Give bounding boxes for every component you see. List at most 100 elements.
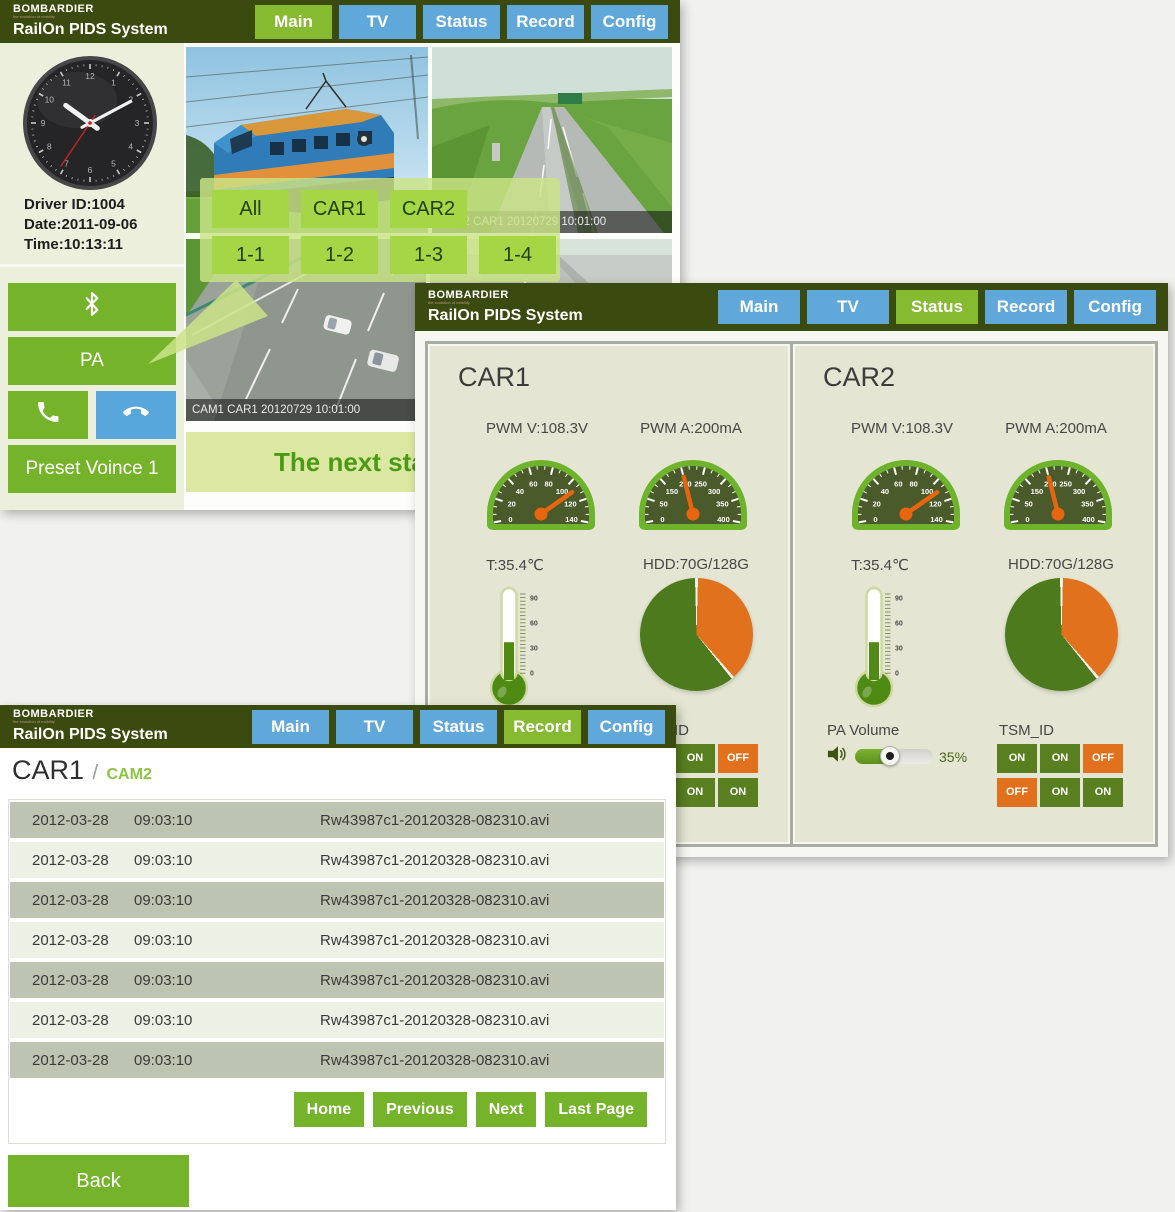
- svg-text:140: 140: [565, 515, 578, 524]
- tsm-toggle-off[interactable]: OFF: [997, 778, 1037, 807]
- tab-status[interactable]: Status: [420, 710, 497, 744]
- record-row[interactable]: 2012-03-2809:03:10Rw43987c1-20120328-082…: [10, 802, 664, 838]
- pwm-v-label: PWM V:108.3V: [452, 420, 622, 437]
- tsm-toggle-on[interactable]: ON: [675, 778, 715, 807]
- svg-text:60: 60: [894, 480, 902, 489]
- tsm-toggle-on[interactable]: ON: [718, 778, 758, 807]
- ovbtn-car1[interactable]: CAR1: [301, 190, 378, 228]
- hangup-button[interactable]: [96, 391, 176, 439]
- tsm-toggle-on[interactable]: ON: [1083, 778, 1123, 807]
- hdd-label: HDD:70G/128G: [616, 556, 776, 573]
- svg-text:400: 400: [717, 515, 730, 524]
- svg-text:300: 300: [708, 487, 721, 496]
- record-nav-tabs: MainTVStatusRecordConfig: [252, 710, 665, 744]
- tab-tv[interactable]: TV: [807, 290, 889, 324]
- ovbtn-1-3[interactable]: 1-3: [390, 236, 467, 274]
- breadcrumb-separator: /: [92, 762, 98, 784]
- pagination-bar: Home Previous NextLast Page: [9, 1092, 665, 1127]
- back-button[interactable]: Back: [8, 1155, 189, 1207]
- tab-main[interactable]: Main: [718, 290, 800, 324]
- pgbtn-home[interactable]: Home: [294, 1092, 364, 1127]
- ovbtn-car2[interactable]: CAR2: [390, 190, 467, 228]
- status-nav-tabs: MainTVStatusRecordConfig: [718, 290, 1156, 324]
- ovbtn-all[interactable]: All: [212, 190, 289, 228]
- record-header: BOMBARDIER the evolution of mobility Rai…: [0, 705, 676, 748]
- tsm-toggle-on[interactable]: ON: [675, 744, 715, 773]
- pgbtn-last-page[interactable]: Last Page: [545, 1092, 647, 1127]
- pwm-v-label: PWM V:108.3V: [817, 420, 987, 437]
- tab-tv[interactable]: TV: [339, 5, 416, 39]
- record-row[interactable]: 2012-03-2809:03:10Rw43987c1-20120328-082…: [10, 1042, 664, 1078]
- svg-text:150: 150: [666, 487, 679, 496]
- volume-slider[interactable]: [855, 749, 933, 764]
- tab-config[interactable]: Config: [1074, 290, 1156, 324]
- record-date: 2012-03-28: [32, 972, 134, 989]
- tab-record[interactable]: Record: [504, 710, 581, 744]
- svg-text:50: 50: [659, 500, 667, 509]
- record-date: 2012-03-28: [32, 852, 134, 869]
- record-row[interactable]: 2012-03-2809:03:10Rw43987c1-20120328-082…: [10, 882, 664, 918]
- svg-text:11: 11: [62, 77, 71, 87]
- tab-tv[interactable]: TV: [336, 710, 413, 744]
- preset-voice-button[interactable]: Preset Voince 1: [8, 445, 176, 493]
- record-file: Rw43987c1-20120328-082310.avi: [320, 812, 549, 829]
- pwm-v-gauge: 020406080100120140: [847, 442, 965, 532]
- app-title: RailOn PIDS System: [13, 726, 168, 744]
- volume-slider-thumb[interactable]: [880, 746, 900, 766]
- main-header: BOMBARDIER the evolution of mobility Rai…: [0, 0, 680, 43]
- record-file: Rw43987c1-20120328-082310.avi: [320, 972, 549, 989]
- record-row[interactable]: 2012-03-2809:03:10Rw43987c1-20120328-082…: [10, 1002, 664, 1038]
- car2-panel: CAR2 PWM V:108.3V PWM A:200mA 0204060801…: [793, 344, 1155, 844]
- tab-status[interactable]: Status: [423, 5, 500, 39]
- tsm-toggle-on[interactable]: ON: [1040, 744, 1080, 773]
- pgbtn-next[interactable]: Next: [476, 1092, 537, 1127]
- tab-config[interactable]: Config: [588, 710, 665, 744]
- camera-selector-row-2: 1-1 1-2 1-3 1-4: [212, 236, 556, 274]
- driver-info: Driver ID:1004 Date:2011-09-06 Time:10:1…: [24, 195, 137, 255]
- breadcrumb-car: CAR1: [12, 755, 84, 785]
- tsm-toggle-on[interactable]: ON: [1040, 778, 1080, 807]
- tab-status[interactable]: Status: [896, 290, 978, 324]
- brand-logo: BOMBARDIER the evolution of mobility Rai…: [13, 3, 168, 39]
- call-button[interactable]: [8, 391, 88, 439]
- record-date: 2012-03-28: [32, 932, 134, 949]
- svg-text:0: 0: [1025, 515, 1029, 524]
- sidebar-divider: [0, 264, 184, 267]
- record-file: Rw43987c1-20120328-082310.avi: [320, 932, 549, 949]
- tab-record[interactable]: Record: [507, 5, 584, 39]
- record-row[interactable]: 2012-03-2809:03:10Rw43987c1-20120328-082…: [10, 842, 664, 878]
- breadcrumb-cam[interactable]: CAM2: [107, 766, 152, 783]
- pwm-a-gauge: 050150200250300350400: [999, 442, 1117, 532]
- tsm-toggle-off[interactable]: OFF: [1083, 744, 1123, 773]
- svg-text:9: 9: [41, 118, 46, 128]
- driver-id: Driver ID:1004: [24, 195, 137, 215]
- svg-text:4: 4: [128, 142, 133, 152]
- svg-text:50: 50: [1024, 500, 1032, 509]
- svg-text:350: 350: [716, 500, 729, 509]
- svg-text:3: 3: [135, 118, 140, 128]
- tsm-toggle-on[interactable]: ON: [997, 744, 1037, 773]
- ovbtn-1-2[interactable]: 1-2: [301, 236, 378, 274]
- record-window: BOMBARDIER the evolution of mobility Rai…: [0, 705, 676, 1210]
- ovbtn-1-4[interactable]: 1-4: [479, 236, 556, 274]
- svg-text:30: 30: [530, 645, 538, 652]
- svg-text:0: 0: [895, 670, 899, 677]
- tab-record[interactable]: Record: [985, 290, 1067, 324]
- svg-text:90: 90: [895, 595, 903, 602]
- record-file: Rw43987c1-20120328-082310.avi: [320, 852, 549, 869]
- back-button-label: Back: [76, 1170, 120, 1192]
- record-row[interactable]: 2012-03-2809:03:10Rw43987c1-20120328-082…: [10, 962, 664, 998]
- main-nav-tabs: MainTVStatusRecordConfig: [255, 5, 668, 39]
- svg-text:40: 40: [516, 487, 524, 496]
- tsm-id-label: TSM_ID: [999, 722, 1054, 739]
- tab-config[interactable]: Config: [591, 5, 668, 39]
- tsm-toggle-off[interactable]: OFF: [718, 744, 758, 773]
- pgbtn-previous[interactable]: Previous: [373, 1092, 467, 1127]
- camera-selector-row-1: All CAR1 CAR2: [212, 190, 467, 228]
- tab-main[interactable]: Main: [252, 710, 329, 744]
- record-row[interactable]: 2012-03-2809:03:10Rw43987c1-20120328-082…: [10, 922, 664, 958]
- ovbtn-1-1[interactable]: 1-1: [212, 236, 289, 274]
- record-file: Rw43987c1-20120328-082310.avi: [320, 892, 549, 909]
- pwm-v-gauge: 020406080100120140: [482, 442, 600, 532]
- tab-main[interactable]: Main: [255, 5, 332, 39]
